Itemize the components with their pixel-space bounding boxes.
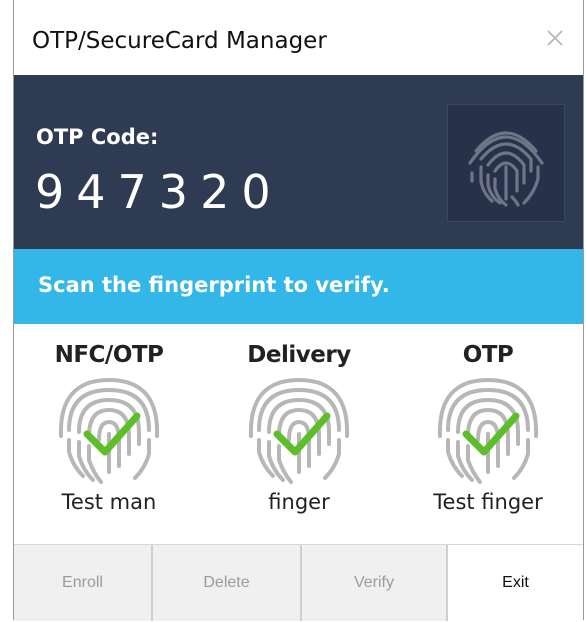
verify-button[interactable]: Verify (302, 545, 448, 621)
card-title: OTP (462, 342, 514, 368)
delete-button[interactable]: Delete (153, 545, 302, 621)
fingerprint-icon (53, 374, 165, 486)
fingerprint-cards: NFC/OTP Test man Delivery finger OTP Tes… (14, 324, 583, 544)
otp-code: 947320 (35, 165, 283, 219)
card-nfc-otp[interactable]: NFC/OTP Test man (14, 324, 204, 544)
exit-button[interactable]: Exit (448, 545, 583, 621)
enroll-button[interactable]: Enroll (14, 545, 153, 621)
card-delivery[interactable]: Delivery finger (204, 324, 394, 544)
button-row: Enroll Delete Verify Exit (14, 544, 583, 621)
otp-label: OTP Code: (36, 125, 159, 149)
card-title: Delivery (247, 342, 351, 368)
card-otp[interactable]: OTP Test finger (393, 324, 583, 544)
window-title: OTP/SecureCard Manager (32, 28, 327, 54)
status-message: Scan the fingerprint to verify. (38, 273, 390, 297)
otp-manager-window: OTP/SecureCard Manager OTP Code: 947320 (13, 0, 584, 621)
card-title: NFC/OTP (54, 342, 164, 368)
status-bar: Scan the fingerprint to verify. (14, 249, 583, 324)
card-label: Test finger (433, 490, 543, 514)
fingerprint-icon (432, 374, 544, 486)
card-label: Test man (61, 490, 157, 514)
card-label: finger (268, 490, 330, 514)
fingerprint-scanner-icon (447, 104, 565, 222)
otp-panel: OTP Code: 947320 (14, 75, 583, 249)
title-bar: OTP/SecureCard Manager (14, 0, 583, 75)
fingerprint-icon (243, 374, 355, 486)
close-icon[interactable] (539, 22, 571, 54)
